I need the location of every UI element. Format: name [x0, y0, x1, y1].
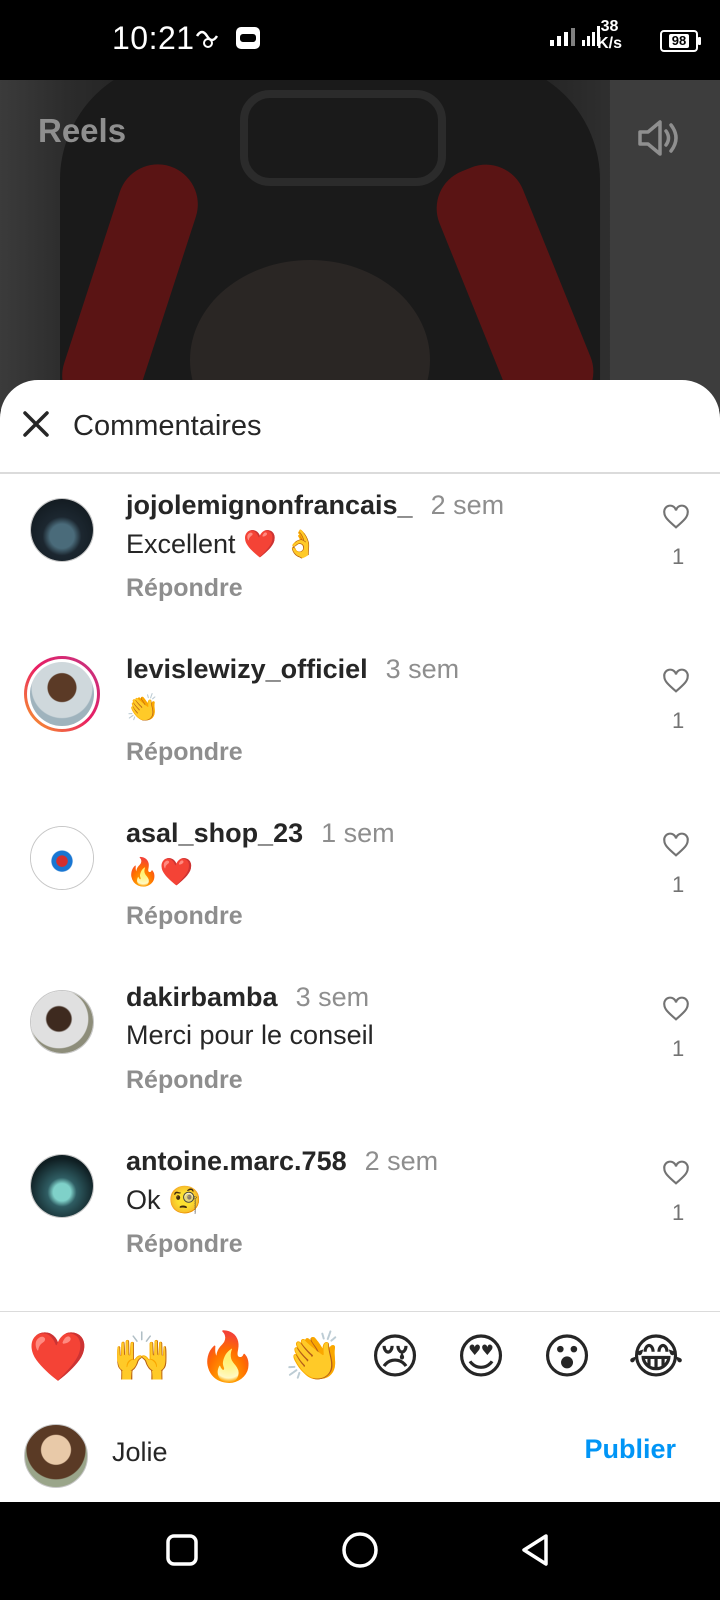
reply-button[interactable]: Répondre [126, 1230, 243, 1259]
comment-age: 2 sem [430, 490, 505, 520]
comment-username[interactable]: antoine.marc.758 [126, 1146, 347, 1176]
avatar [24, 1424, 88, 1488]
signal-strength-icon [550, 28, 575, 46]
heart-icon[interactable] [662, 1160, 690, 1188]
quick-emoji-bar: ❤️ 🙌 🔥 👏 😢 😍 😮 😂 [0, 1311, 720, 1409]
publish-button[interactable]: Publier [584, 1434, 676, 1465]
heart-icon[interactable] [662, 504, 690, 532]
comments-header: Commentaires [0, 380, 720, 474]
comment-header: jojolemignonfrancais_ 2 sem [126, 490, 504, 521]
comment-username[interactable]: asal_shop_23 [126, 818, 303, 848]
like-count: 1 [672, 1200, 685, 1225]
emoji-heart-eyes[interactable]: 😍 [456, 1330, 506, 1386]
avatar[interactable] [30, 498, 94, 562]
back-icon[interactable] [518, 1532, 554, 1568]
comment-composer: Publier [0, 1408, 720, 1502]
comment-item: asal_shop_23 1 sem 🔥❤️ Répondre 1 [0, 802, 720, 966]
page-title: Reels [38, 112, 127, 149]
comment-text: Excellent ❤️ 👌 [126, 529, 318, 559]
app-notification-icon [195, 30, 219, 48]
comment-age: 3 sem [385, 654, 460, 684]
emoji-fire[interactable]: 🔥 [198, 1330, 258, 1386]
comments-title: Commentaires [73, 410, 262, 442]
comment-age: 1 sem [321, 818, 395, 848]
status-bar: 10:21 38 K/s 98 [0, 0, 720, 80]
like-count: 1 [672, 1036, 685, 1061]
emoji-crying[interactable]: 😢 [370, 1330, 420, 1386]
emoji-laughing[interactable]: 😂 [628, 1330, 684, 1386]
status-time: 10:21 [112, 20, 195, 56]
comment-text: Merci pour le conseil [126, 1020, 374, 1050]
avatar[interactable] [30, 1154, 94, 1218]
emoji-heart[interactable]: ❤️ [28, 1330, 88, 1386]
recents-icon[interactable] [164, 1532, 200, 1568]
battery-icon: 98 [660, 30, 701, 52]
heart-icon[interactable] [662, 668, 690, 696]
comment-text: Ok 🧐 [126, 1185, 202, 1215]
comment-text: 🔥❤️ [126, 857, 194, 887]
like-count: 1 [672, 872, 685, 897]
comment-header: levislewizy_officiel 3 sem [126, 654, 459, 685]
emoji-raised-hands[interactable]: 🙌 [112, 1330, 172, 1386]
avatar[interactable] [24, 656, 100, 732]
like-count: 1 [672, 708, 685, 733]
comment-age: 3 sem [295, 982, 370, 1012]
reply-button[interactable]: Répondre [126, 574, 243, 603]
comment-item: levislewizy_officiel 3 sem 👏 Répondre 1 [0, 638, 720, 802]
game-notification-icon [236, 27, 260, 49]
comment-header: antoine.marc.758 2 sem [126, 1146, 438, 1177]
avatar[interactable] [30, 826, 94, 890]
video-chair-headrest [240, 90, 446, 186]
network-speed: 38 K/s [597, 18, 622, 52]
comment-username[interactable]: dakirbamba [126, 982, 278, 1012]
emoji-clap[interactable]: 👏 [284, 1330, 344, 1386]
system-nav-bar [0, 1502, 720, 1600]
like-count: 1 [672, 544, 685, 569]
comment-item: dakirbamba 3 sem Merci pour le conseil Ré… [0, 966, 720, 1130]
comment-username[interactable]: levislewizy_officiel [126, 654, 368, 684]
reply-button[interactable]: Répondre [126, 902, 243, 931]
comment-username[interactable]: jojolemignonfrancais_ [126, 490, 413, 520]
comment-item: antoine.marc.758 2 sem Ok 🧐 Répondre 1 [0, 1130, 720, 1294]
comment-item: jojolemignonfrancais_ 2 sem Excellent ❤️ … [0, 474, 720, 638]
avatar[interactable] [30, 990, 94, 1054]
home-icon[interactable] [340, 1532, 380, 1572]
comment-header: asal_shop_23 1 sem [126, 818, 395, 849]
comment-header: dakirbamba 3 sem [126, 982, 369, 1013]
heart-icon[interactable] [662, 996, 690, 1024]
reply-button[interactable]: Répondre [126, 738, 243, 767]
speaker-icon[interactable] [634, 114, 682, 162]
reply-button[interactable]: Répondre [126, 1066, 243, 1095]
close-icon[interactable] [18, 406, 54, 442]
reel-video[interactable]: Reels [0, 80, 720, 410]
comment-text: 👏 [126, 693, 160, 723]
heart-icon[interactable] [662, 832, 690, 860]
comment-input[interactable] [110, 1436, 554, 1469]
comment-age: 2 sem [364, 1146, 439, 1176]
emoji-surprised[interactable]: 😮 [542, 1330, 592, 1386]
